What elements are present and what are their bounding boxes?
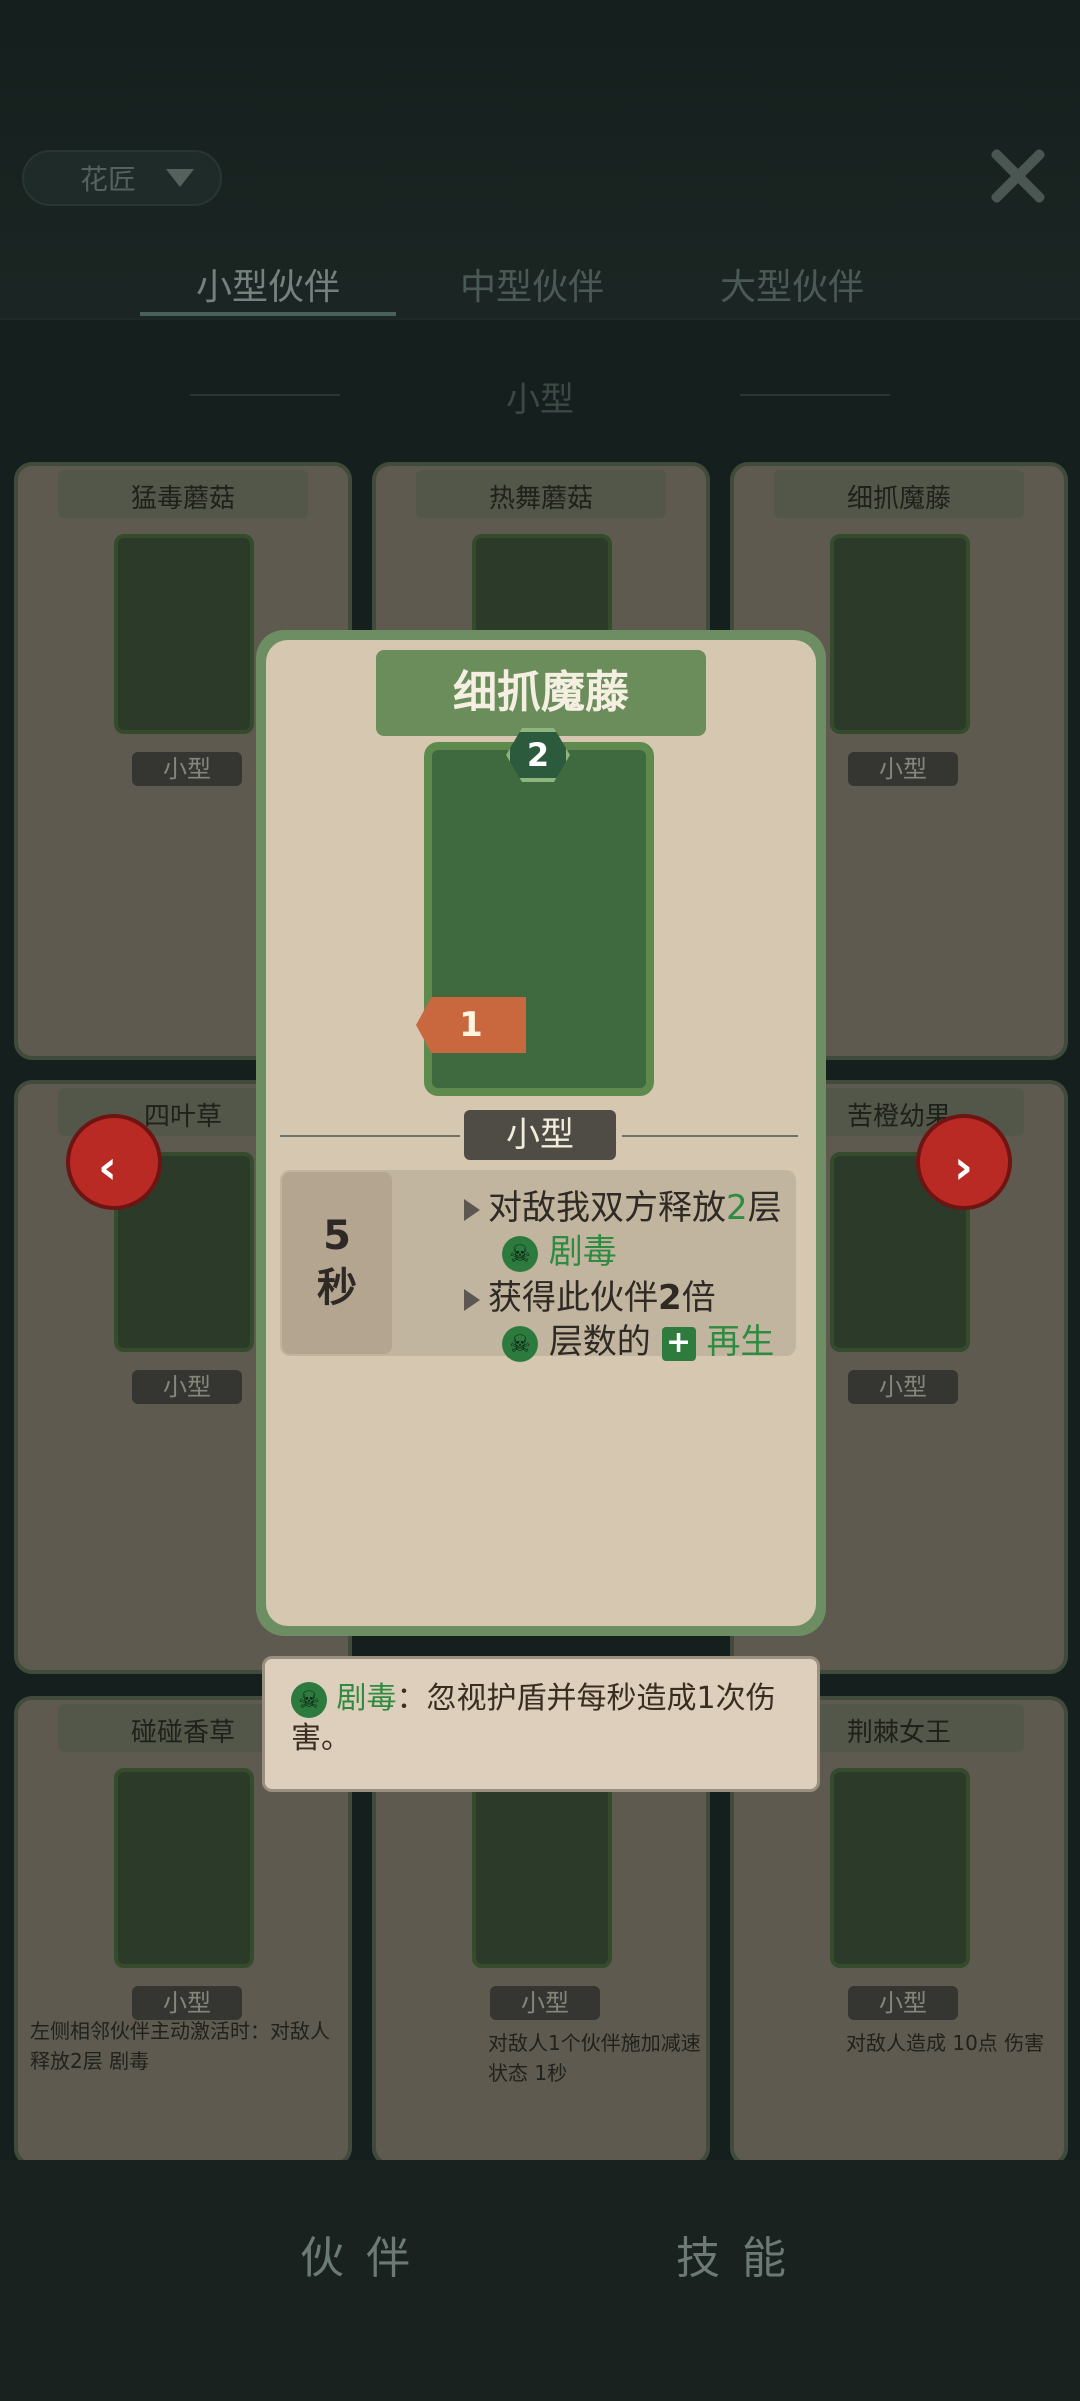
ability-line-1: 对敌我双方释放2层 — [464, 1186, 782, 1230]
divider — [280, 1135, 460, 1137]
ability-line-2: ☠ 剧毒 — [502, 1230, 617, 1274]
poison-skull-icon: ☠ — [502, 1235, 538, 1272]
cost-tag: 1 — [416, 997, 526, 1053]
partner-detail-modal: 细抓魔藤 2 1 小型 5 秒 对敌我双方释放2层 ☠ 剧毒 获得此伙伴2倍 ☠… — [256, 630, 826, 1636]
ability-line-3: 获得此伙伴2倍 — [464, 1276, 716, 1320]
divider — [622, 1135, 798, 1137]
bottom-tab-partners[interactable]: 伙伴 — [300, 2222, 432, 2286]
cooldown-value: 5 — [323, 1213, 351, 1259]
modal-title: 细抓魔藤 — [453, 667, 629, 718]
regen-plus-icon: + — [661, 1326, 696, 1361]
poison-skull-icon: ☠ — [291, 1681, 327, 1718]
bottom-tab-skills[interactable]: 技能 — [676, 2222, 808, 2286]
bottom-nav — [0, 2160, 1080, 2401]
arrow-icon — [464, 1198, 480, 1221]
keyword-tooltip: ☠ 剧毒：忽视护盾并每秒造成1次伤害。 — [262, 1656, 820, 1792]
cooldown-time: 5 秒 — [282, 1172, 392, 1354]
cooldown-unit: 秒 — [317, 1265, 357, 1311]
prev-partner-button[interactable]: ‹ — [66, 1114, 162, 1210]
ability-line-4: ☠ 层数的 + 再生 — [502, 1320, 774, 1364]
next-partner-button[interactable]: › — [916, 1114, 1012, 1210]
type-label: 小型 — [464, 1110, 616, 1160]
tooltip-keyword: 剧毒 — [336, 1681, 397, 1716]
arrow-icon — [464, 1288, 480, 1311]
poison-skull-icon: ☠ — [502, 1325, 538, 1362]
